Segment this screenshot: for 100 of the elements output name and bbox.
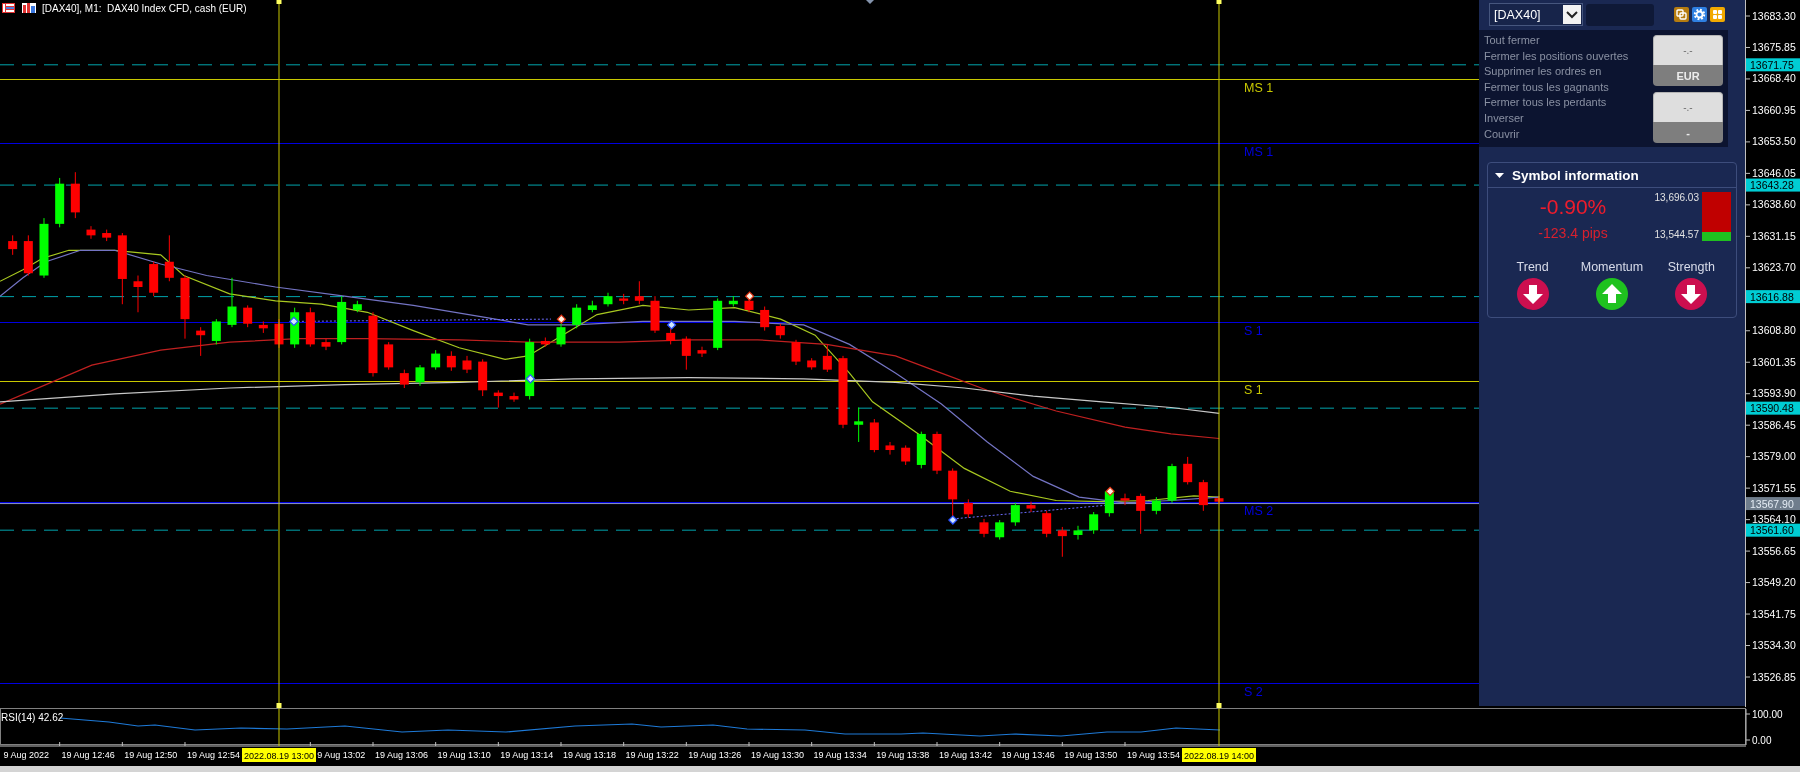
candlestick xyxy=(509,392,519,403)
time-label: 19 Aug 13:46 xyxy=(1001,750,1055,760)
time-marker-line[interactable] xyxy=(276,0,282,747)
price-label: 13683.30 xyxy=(1752,9,1796,22)
price-label: 13660.95 xyxy=(1752,103,1796,116)
candlestick xyxy=(603,292,613,307)
action-item[interactable]: Inverser xyxy=(1484,110,1629,127)
candlestick xyxy=(854,407,864,443)
list-icon[interactable] xyxy=(2,3,15,13)
candlestick xyxy=(337,295,347,345)
four-squares-icon[interactable] xyxy=(1710,7,1725,22)
caret-icon[interactable] xyxy=(1495,170,1504,180)
time-marker-tag: 2022.08.19 13:00 xyxy=(242,748,316,762)
bar-chart-icon[interactable] xyxy=(22,3,36,13)
candlestick xyxy=(791,339,801,366)
candlestick xyxy=(431,349,441,371)
candlestick xyxy=(713,298,723,351)
candlestick xyxy=(368,311,378,378)
candlestick xyxy=(572,303,582,329)
price-label: 13623.70 xyxy=(1752,261,1796,274)
overlapping-squares-icon[interactable] xyxy=(1674,7,1689,22)
action-item[interactable]: Tout fermer xyxy=(1484,33,1629,49)
candlestick xyxy=(760,306,770,332)
candlestick xyxy=(86,225,96,240)
candlestick xyxy=(650,295,660,334)
candlestick xyxy=(995,519,1005,541)
action-item[interactable]: Fermer tous les gagnants xyxy=(1484,79,1629,96)
candlestick xyxy=(446,350,456,372)
candlestick xyxy=(478,358,488,397)
unit-display[interactable]: - xyxy=(1653,122,1723,143)
candlestick xyxy=(243,304,253,328)
action-item[interactable]: Fermer tous les perdants xyxy=(1484,95,1629,111)
diamond-icon xyxy=(666,320,677,330)
time-label: 19 Aug 13:10 xyxy=(437,750,491,760)
price-label: 13526.85 xyxy=(1752,670,1796,683)
low-price-label: 13,544.57 xyxy=(1654,229,1699,241)
value-display[interactable]: -.- xyxy=(1653,35,1723,65)
candlestick xyxy=(681,335,691,371)
price-label: 13646.05 xyxy=(1752,166,1796,179)
price-label: 13608.80 xyxy=(1752,324,1796,337)
candlestick xyxy=(728,295,738,307)
time-label: 19 Aug 13:50 xyxy=(1064,750,1118,760)
candlestick xyxy=(556,323,566,348)
time-label: 19 Aug 13:34 xyxy=(813,750,867,760)
diamond-icon xyxy=(556,314,567,324)
candlestick xyxy=(1089,511,1099,535)
price-label: 13631.15 xyxy=(1752,229,1796,242)
diamond-icon xyxy=(744,291,755,302)
price-label: 13534.30 xyxy=(1752,639,1796,651)
time-marker-tag: 2022.08.19 14:00 xyxy=(1182,748,1256,762)
section-header[interactable]: Symbol information xyxy=(1488,163,1736,188)
signal-label: Momentum xyxy=(1580,260,1644,275)
indicator-scale-label: 100.00 xyxy=(1752,709,1783,720)
time-marker-line[interactable] xyxy=(1216,0,1222,747)
candlestick xyxy=(102,229,112,242)
price-label: 13556.65 xyxy=(1752,544,1796,557)
candlestick xyxy=(775,323,785,340)
settings-icon[interactable] xyxy=(1692,7,1707,22)
indicator-label: RSI(14) 42.62 xyxy=(1,712,64,723)
price-label: 13593.90 xyxy=(1752,387,1796,400)
candlestick xyxy=(587,300,597,313)
candlestick xyxy=(180,275,190,340)
action-item[interactable]: Fermer les positions ouvertes xyxy=(1484,48,1629,65)
candlestick xyxy=(55,177,65,228)
time-label: 19 Aug 12:54 xyxy=(186,750,240,760)
price-tag: 13616.88 xyxy=(1746,290,1800,304)
pivot-label: MS 1 xyxy=(1244,81,1274,95)
time-label: 9 Aug 13:02 xyxy=(317,750,366,760)
unit-display[interactable]: EUR xyxy=(1653,65,1723,86)
pivot-label: S 1 xyxy=(1244,383,1263,397)
time-label: 19 Aug 13:38 xyxy=(876,750,930,760)
candlestick xyxy=(211,318,221,345)
change-pips: -123.4 pips xyxy=(1538,224,1608,242)
time-label: 9 Aug 2022 xyxy=(3,750,49,760)
value-display[interactable]: -.- xyxy=(1653,92,1723,122)
diamond-icon xyxy=(1105,486,1115,497)
price-label: 13564.10 xyxy=(1752,513,1796,526)
price-tag: 13671.75 xyxy=(1746,58,1800,72)
candlestick xyxy=(916,431,926,469)
candlestick xyxy=(822,343,832,373)
candlestick xyxy=(39,217,49,279)
candlestick xyxy=(666,327,676,345)
candlestick xyxy=(807,357,817,371)
text-field[interactable] xyxy=(1586,3,1654,26)
action-item[interactable]: Supprimer les ordres en xyxy=(1484,64,1629,80)
candlestick xyxy=(885,441,895,456)
symbol-dropdown[interactable]: [DAX40] xyxy=(1489,3,1583,26)
diamond-icon xyxy=(525,374,536,384)
indicator-axis xyxy=(1745,708,1751,746)
candlestick xyxy=(196,326,206,357)
candlestick xyxy=(384,341,394,371)
candlestick xyxy=(948,467,958,518)
action-item[interactable]: Couvrir xyxy=(1484,126,1629,143)
candlestick xyxy=(352,300,362,313)
candlestick xyxy=(1073,525,1083,541)
time-label: 19 Aug 13:18 xyxy=(562,750,616,760)
time-label: 19 Aug 12:46 xyxy=(61,750,115,760)
time-label: 19 Aug 13:30 xyxy=(750,750,804,760)
chevron-down-icon[interactable] xyxy=(1563,5,1581,24)
candlestick xyxy=(493,389,503,409)
